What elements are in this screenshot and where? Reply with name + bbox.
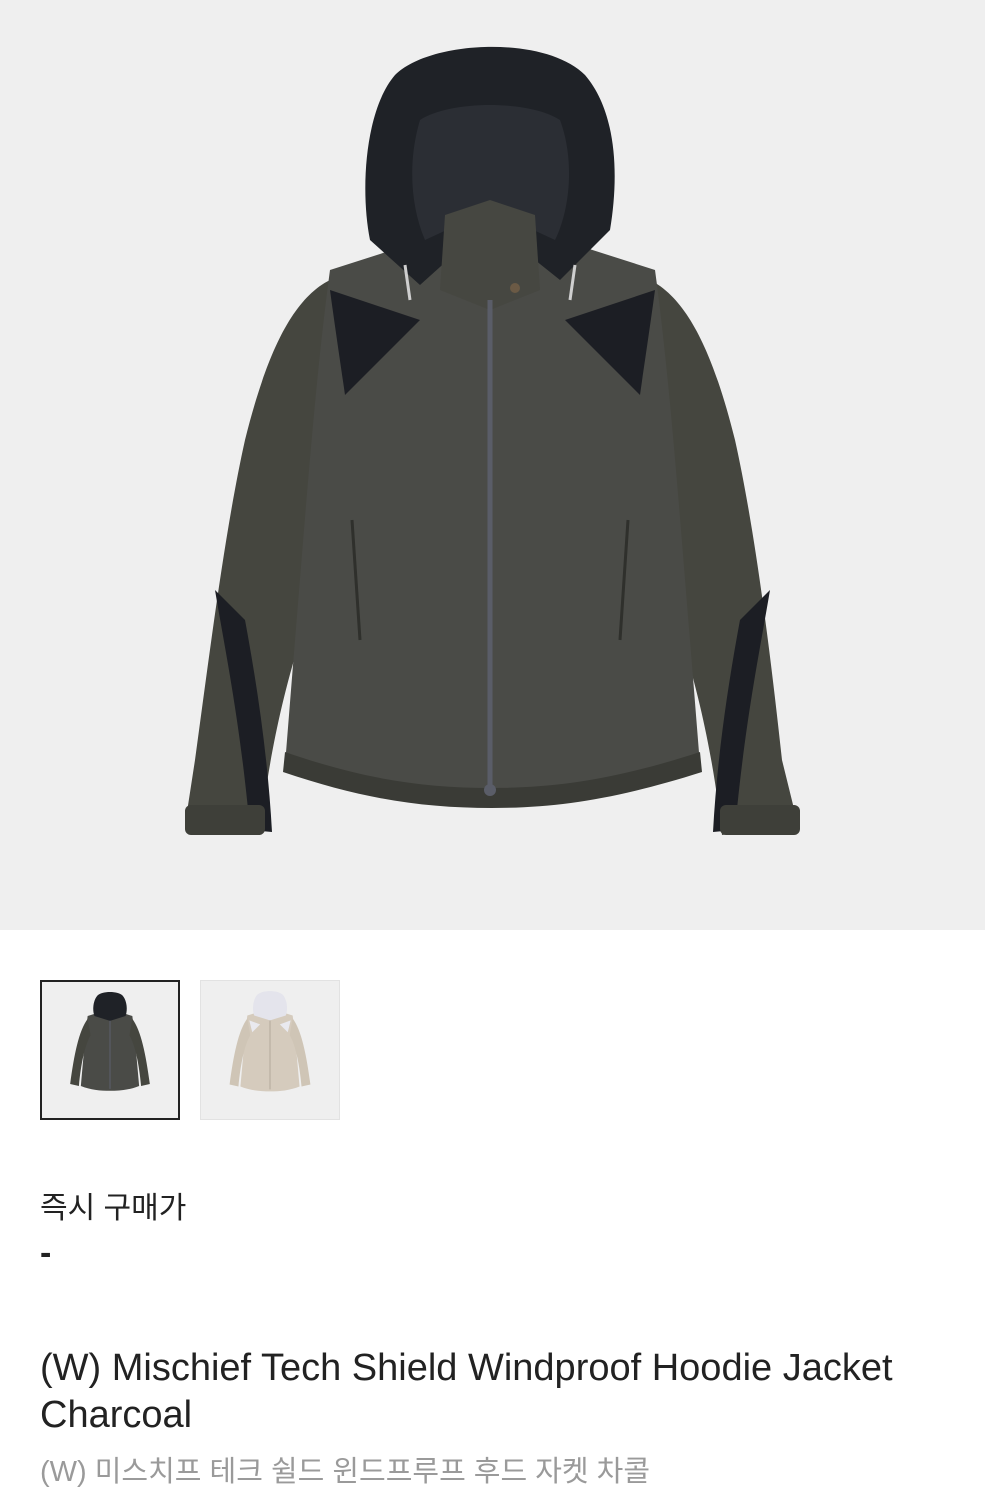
product-title: (W) Mischief Tech Shield Windproof Hoodi…	[40, 1347, 893, 1436]
charcoal-hoodie-jacket-photo-icon	[185, 46, 800, 835]
product-main-image[interactable]	[0, 0, 985, 930]
charcoal-jacket-thumbnail-icon	[70, 991, 150, 1091]
instant-buy-price-value: -	[40, 1234, 52, 1272]
thumbnail-beige[interactable]	[200, 980, 340, 1120]
product-subtitle-korean: (W) 미스치프 테크 쉴드 윈드프루프 후드 자켓 차콜	[40, 1456, 651, 1488]
beige-jacket-thumbnail-icon	[229, 991, 311, 1092]
thumbnail-charcoal[interactable]	[40, 980, 180, 1120]
instant-buy-price-label: 즉시 구매가	[40, 1192, 187, 1225]
